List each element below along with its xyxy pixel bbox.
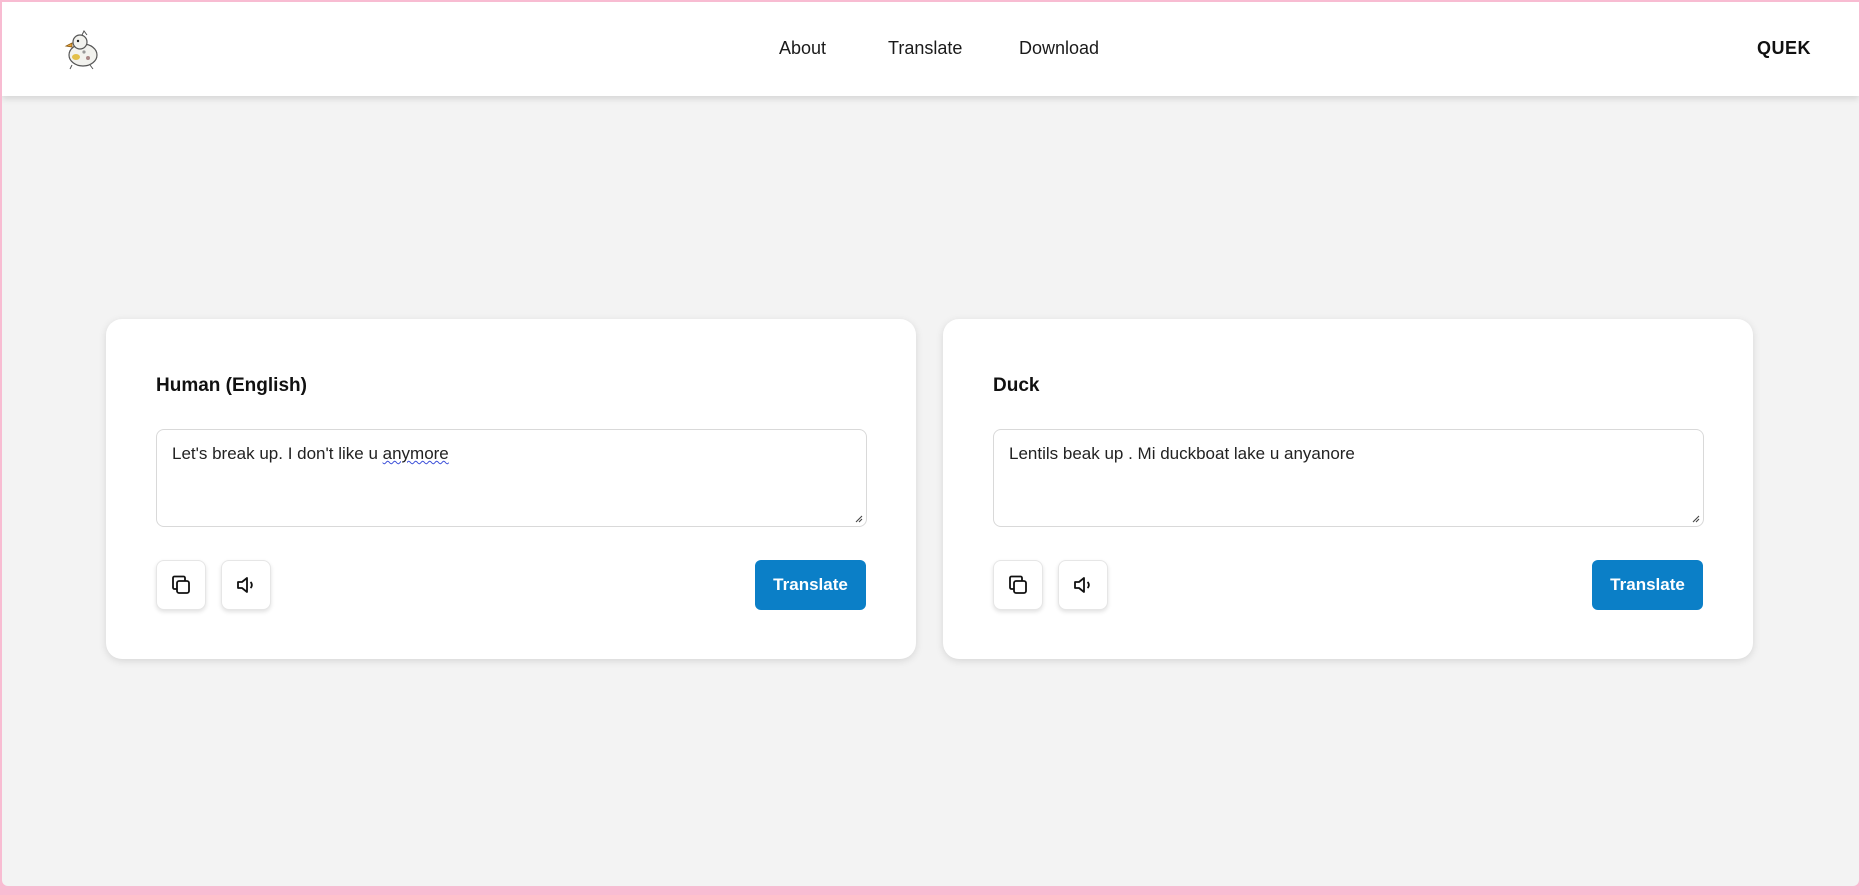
translate-button-duck[interactable]: Translate: [1592, 560, 1703, 610]
nav-link-download[interactable]: Download: [1019, 38, 1099, 59]
copy-button[interactable]: [993, 560, 1043, 610]
speak-button[interactable]: [221, 560, 271, 610]
top-navbar: About Translate Download QUEK: [2, 2, 1859, 96]
misspelled-word: anymore: [382, 444, 449, 463]
nav-links: About Translate Download: [2, 2, 1859, 96]
resize-grip-icon[interactable]: [1690, 513, 1700, 523]
human-panel: Human (English) Let's break up. I don't …: [106, 319, 916, 659]
brand-name[interactable]: QUEK: [1757, 38, 1811, 59]
nav-link-about[interactable]: About: [779, 38, 826, 59]
speaker-icon: [1074, 577, 1090, 593]
copy-icon: [1009, 575, 1027, 594]
panel-title-human: Human (English): [156, 375, 307, 396]
duck-text: Lentils beak up . Mi duckboat lake u any…: [1009, 444, 1355, 463]
speak-button[interactable]: [1058, 560, 1108, 610]
human-text-input[interactable]: Let's break up. I don't like u anymore: [156, 429, 867, 527]
browser-viewport: About Translate Download QUEK Human (Eng…: [2, 2, 1859, 886]
copy-icon: [172, 575, 190, 594]
speaker-icon: [237, 577, 253, 593]
resize-grip-icon[interactable]: [853, 513, 863, 523]
panel-title-duck: Duck: [993, 375, 1040, 396]
duck-text-input[interactable]: Lentils beak up . Mi duckboat lake u any…: [993, 429, 1704, 527]
nav-link-translate[interactable]: Translate: [888, 38, 962, 59]
copy-button[interactable]: [156, 560, 206, 610]
translate-button-human[interactable]: Translate: [755, 560, 866, 610]
human-text: Let's break up. I don't like u: [172, 444, 383, 463]
duck-panel: Duck Lentils beak up . Mi duckboat lake …: [943, 319, 1753, 659]
